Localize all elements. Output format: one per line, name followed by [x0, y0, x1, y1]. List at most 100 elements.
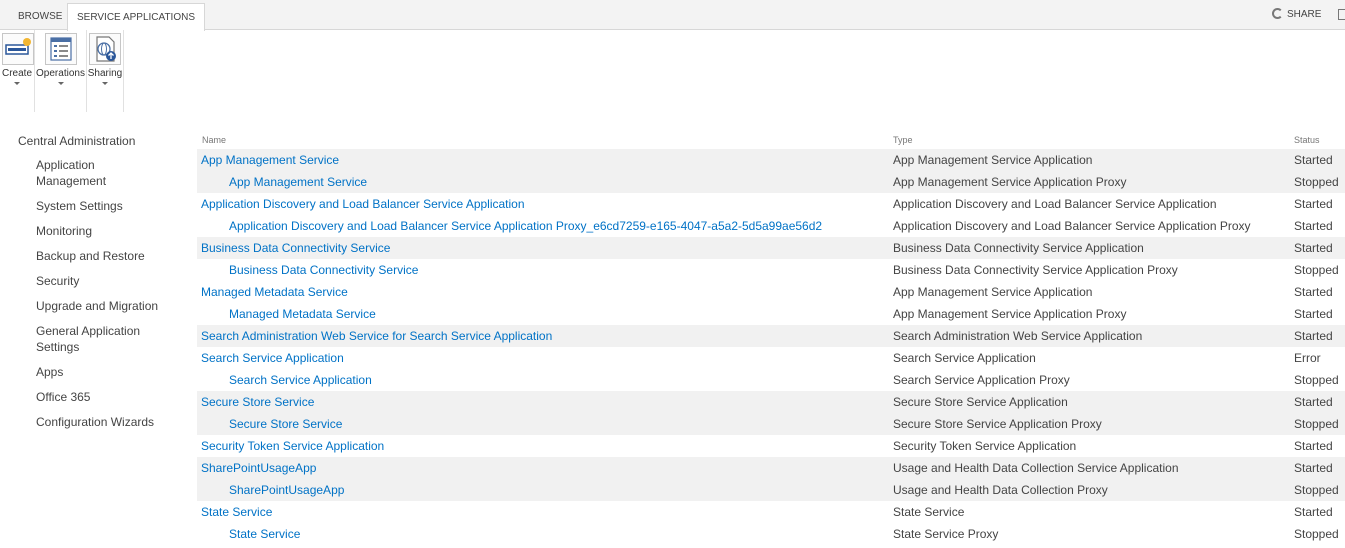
service-type: App Management Service Application Proxy — [893, 175, 1127, 189]
service-type: Application Discovery and Load Balancer … — [893, 197, 1217, 211]
service-name-link[interactable]: Business Data Connectivity Service — [229, 259, 418, 281]
service-status: Started — [1294, 219, 1333, 233]
table-row[interactable]: Secure Store Service Secure Store Servic… — [197, 413, 1345, 435]
service-status: Started — [1294, 307, 1333, 321]
create-label: Create — [1, 68, 32, 79]
service-type: Search Administration Web Service Applic… — [893, 329, 1143, 343]
table-row[interactable]: Business Data Connectivity Service Busin… — [197, 237, 1345, 259]
service-name-link[interactable]: Security Token Service Application — [201, 435, 384, 457]
table-row[interactable]: SharePointUsageApp Usage and Health Data… — [197, 479, 1345, 501]
service-status: Stopped — [1294, 483, 1339, 497]
service-type: Secure Store Service Application — [893, 395, 1068, 409]
service-status: Stopped — [1294, 263, 1339, 277]
create-icon — [2, 33, 34, 65]
service-status: Started — [1294, 197, 1333, 211]
service-type: Application Discovery and Load Balancer … — [893, 219, 1251, 233]
nav-central-administration[interactable]: Central Administration — [18, 133, 178, 149]
table-row[interactable]: App Management Service App Management Se… — [197, 149, 1345, 171]
table-row[interactable]: State Service State Service Started — [197, 501, 1345, 523]
table-row[interactable]: Business Data Connectivity Service Busin… — [197, 259, 1345, 281]
table-row[interactable]: State Service State Service Proxy Stoppe… — [197, 523, 1345, 545]
column-header-type[interactable]: Type — [893, 135, 913, 145]
service-applications-table: Name Type Status App Management Service … — [197, 132, 1345, 545]
service-status: Error — [1294, 351, 1321, 365]
nav-item-backup-and-restore[interactable]: Backup and Restore — [36, 248, 178, 264]
sharing-label: Sharing — [87, 68, 123, 79]
service-status: Stopped — [1294, 175, 1339, 189]
service-status: Started — [1294, 461, 1333, 475]
table-row[interactable]: Managed Metadata Service App Management … — [197, 281, 1345, 303]
service-type: Business Data Connectivity Service Appli… — [893, 263, 1178, 277]
ribbon: Create Operations Sharing — [0, 30, 1345, 112]
service-status: Stopped — [1294, 373, 1339, 387]
operations-button[interactable]: Operations — [35, 30, 87, 112]
service-name-link[interactable]: SharePointUsageApp — [201, 457, 316, 479]
service-status: Started — [1294, 439, 1333, 453]
nav-item-upgrade-and-migration[interactable]: Upgrade and Migration — [36, 298, 178, 314]
service-name-link[interactable]: Secure Store Service — [201, 391, 314, 413]
service-status: Started — [1294, 395, 1333, 409]
service-type: State Service Proxy — [893, 527, 999, 541]
nav-item-office-365[interactable]: Office 365 — [36, 389, 178, 405]
share-label: SHARE — [1287, 9, 1322, 20]
nav-item-configuration-wizards[interactable]: Configuration Wizards — [36, 414, 178, 430]
table-row[interactable]: Application Discovery and Load Balancer … — [197, 193, 1345, 215]
service-type: App Management Service Application Proxy — [893, 307, 1127, 321]
service-name-link[interactable]: SharePointUsageApp — [229, 479, 344, 501]
table-row[interactable]: Search Service Application Search Servic… — [197, 347, 1345, 369]
chevron-down-icon — [102, 82, 108, 85]
table-row[interactable]: Search Service Application Search Servic… — [197, 369, 1345, 391]
service-status: Stopped — [1294, 417, 1339, 431]
service-type: Usage and Health Data Collection Service… — [893, 461, 1179, 475]
service-name-link[interactable]: Secure Store Service — [229, 413, 342, 435]
service-name-link[interactable]: Search Service Application — [229, 369, 372, 391]
tab-browse[interactable]: BROWSE — [10, 3, 70, 30]
service-type: Search Service Application Proxy — [893, 373, 1070, 387]
service-type: Business Data Connectivity Service Appli… — [893, 241, 1144, 255]
table-row[interactable]: SharePointUsageApp Usage and Health Data… — [197, 457, 1345, 479]
focus-content-icon[interactable] — [1338, 9, 1345, 20]
service-name-link[interactable]: State Service — [201, 501, 272, 523]
service-name-link[interactable]: Search Service Application — [201, 347, 344, 369]
table-row[interactable]: Search Administration Web Service for Se… — [197, 325, 1345, 347]
ribbon-tab-bar: BROWSE SERVICE APPLICATIONS SHARE — [0, 0, 1345, 31]
share-icon — [1272, 8, 1283, 19]
service-name-link[interactable]: Business Data Connectivity Service — [201, 237, 390, 259]
create-button[interactable]: Create — [0, 30, 35, 112]
table-row[interactable]: Managed Metadata Service App Management … — [197, 303, 1345, 325]
service-type: Usage and Health Data Collection Proxy — [893, 483, 1108, 497]
sharing-button[interactable]: Sharing — [87, 30, 124, 112]
service-name-link[interactable]: Application Discovery and Load Balancer … — [201, 193, 525, 215]
service-name-link[interactable]: Search Administration Web Service for Se… — [201, 325, 552, 347]
tab-service-applications[interactable]: SERVICE APPLICATIONS — [67, 3, 206, 31]
nav-item-monitoring[interactable]: Monitoring — [36, 223, 178, 239]
service-name-link[interactable]: Managed Metadata Service — [201, 281, 348, 303]
nav-item-system-settings[interactable]: System Settings — [36, 198, 178, 214]
column-header-name[interactable]: Name — [202, 135, 226, 145]
nav-item-application-management[interactable]: Application Management — [36, 157, 126, 189]
service-type: State Service — [893, 505, 965, 519]
nav-item-general-application-settings[interactable]: General Application Settings — [36, 323, 146, 355]
service-status: Started — [1294, 153, 1333, 167]
service-name-link[interactable]: Managed Metadata Service — [229, 303, 376, 325]
table-row[interactable]: App Management Service App Management Se… — [197, 171, 1345, 193]
nav-item-apps[interactable]: Apps — [36, 364, 178, 380]
table-header: Name Type Status — [197, 132, 1345, 149]
service-name-link[interactable]: App Management Service — [201, 149, 339, 171]
sharing-icon — [89, 33, 121, 65]
nav-item-security[interactable]: Security — [36, 273, 178, 289]
service-name-link[interactable]: App Management Service — [229, 171, 367, 193]
share-button[interactable]: SHARE — [1272, 0, 1321, 30]
service-status: Started — [1294, 241, 1333, 255]
chevron-down-icon — [14, 82, 20, 85]
quick-launch-nav: Central Administration Application Manag… — [18, 133, 178, 439]
column-header-status[interactable]: Status — [1294, 135, 1320, 145]
service-type: Security Token Service Application — [893, 439, 1077, 453]
table-row[interactable]: Security Token Service Application Secur… — [197, 435, 1345, 457]
service-name-link[interactable]: Application Discovery and Load Balancer … — [229, 215, 822, 237]
service-type: App Management Service Application — [893, 285, 1093, 299]
table-row[interactable]: Application Discovery and Load Balancer … — [197, 215, 1345, 237]
table-row[interactable]: Secure Store Service Secure Store Servic… — [197, 391, 1345, 413]
chevron-down-icon — [57, 82, 64, 85]
service-name-link[interactable]: State Service — [229, 523, 300, 545]
